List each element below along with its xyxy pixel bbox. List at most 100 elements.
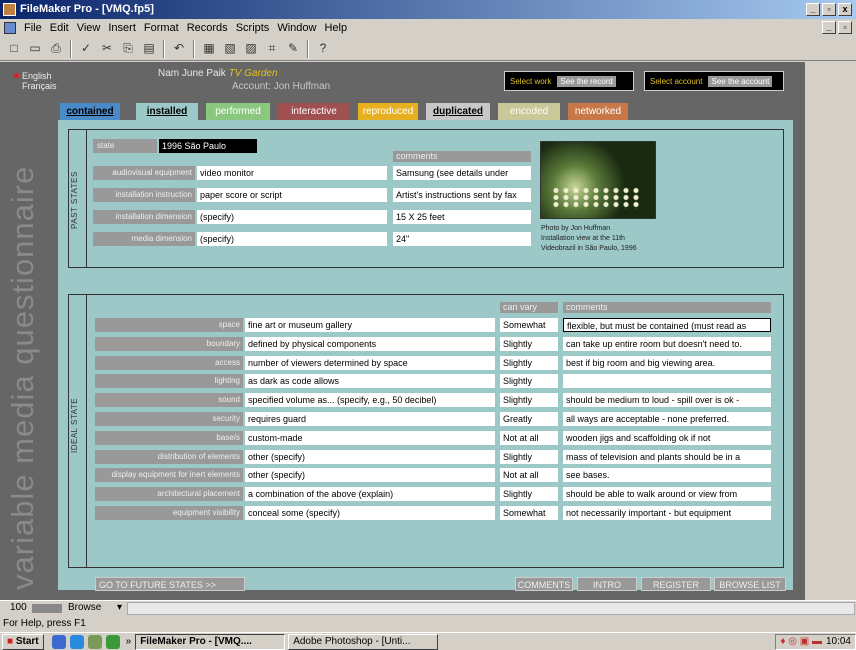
- ideal-comment-field[interactable]: best if big room and big viewing area.: [563, 355, 771, 370]
- ideal-comment-field[interactable]: wooden jigs and scaffolding ok if not: [563, 430, 771, 445]
- task-photoshop[interactable]: Adobe Photoshop - [Unti...: [288, 633, 439, 650]
- tab-reproduced[interactable]: reproduced: [358, 103, 418, 121]
- open-icon[interactable]: ▭: [25, 39, 45, 58]
- can-vary-field[interactable]: Slightly: [500, 449, 558, 464]
- select-work-button[interactable]: Select work: [507, 76, 554, 87]
- new-icon[interactable]: □: [4, 39, 24, 58]
- horizontal-scrollbar[interactable]: [127, 602, 855, 615]
- lang-english[interactable]: English: [22, 71, 52, 81]
- ideal-field-value[interactable]: requires guard: [245, 412, 495, 426]
- menu-scripts[interactable]: Scripts: [232, 19, 274, 37]
- copy-icon[interactable]: ⎘: [118, 39, 138, 58]
- menu-records[interactable]: Records: [183, 19, 232, 37]
- tray-icons[interactable]: ♦ ◎ ▣ ▬: [780, 635, 822, 649]
- tab-installed[interactable]: installed: [136, 103, 198, 121]
- can-vary-field[interactable]: Slightly: [500, 355, 558, 370]
- sort-icon[interactable]: ▦: [199, 39, 219, 58]
- minimize-button[interactable]: _: [806, 3, 820, 16]
- past-field-value[interactable]: (specify): [197, 232, 387, 246]
- see-account-button[interactable]: See the account: [708, 75, 773, 87]
- past-field-value[interactable]: (specify): [197, 210, 387, 224]
- find-icon[interactable]: ▧: [220, 39, 240, 58]
- explorer-icon[interactable]: [87, 634, 102, 649]
- ideal-field-value[interactable]: defined by physical components: [245, 336, 495, 351]
- can-vary-field[interactable]: Somewhat: [500, 506, 558, 520]
- close-button[interactable]: x: [838, 3, 852, 16]
- can-vary-field[interactable]: Slightly: [500, 393, 558, 408]
- ideal-comment-field[interactable]: all ways are acceptable - none preferred…: [563, 412, 771, 426]
- menu-edit[interactable]: Edit: [46, 19, 73, 37]
- past-comment-field[interactable]: Samsung (see details under: [393, 166, 531, 180]
- zoom-controls-icon[interactable]: [32, 604, 62, 613]
- menu-view[interactable]: View: [73, 19, 105, 37]
- go-future-states-button[interactable]: GO TO FUTURE STATES >>: [95, 577, 245, 591]
- past-field-value[interactable]: paper score or script: [197, 188, 387, 202]
- can-vary-field[interactable]: Not at all: [500, 468, 558, 483]
- ideal-comment-field[interactable]: see bases.: [563, 468, 771, 483]
- ideal-comment-field[interactable]: should be able to walk around or view fr…: [563, 487, 771, 502]
- paste-icon[interactable]: ▤: [139, 39, 159, 58]
- ideal-field-value[interactable]: a combination of the above (explain): [245, 487, 495, 502]
- menu-window[interactable]: Window: [273, 19, 320, 37]
- ideal-field-value[interactable]: specified volume as... (specify, e.g., 5…: [245, 393, 495, 408]
- can-vary-field[interactable]: Greatly: [500, 412, 558, 426]
- ideal-field-value[interactable]: custom-made: [245, 430, 495, 445]
- tab-interactive[interactable]: interactive: [278, 103, 350, 121]
- select-account-button[interactable]: Select account: [647, 76, 705, 87]
- script-icon[interactable]: ✎: [283, 39, 303, 58]
- layout-icon[interactable]: ⌗: [262, 39, 282, 58]
- can-vary-field[interactable]: Somewhat: [500, 318, 558, 332]
- print-icon[interactable]: ⎙: [46, 39, 66, 58]
- task-filemaker[interactable]: FileMaker Pro - [VMQ....: [135, 633, 286, 650]
- mode-dropdown-icon[interactable]: ▾: [117, 602, 122, 613]
- document-icon[interactable]: [4, 22, 16, 35]
- can-vary-field[interactable]: Slightly: [500, 374, 558, 389]
- menu-format[interactable]: Format: [140, 19, 183, 37]
- tab-duplicated[interactable]: duplicated: [426, 103, 490, 121]
- tab-contained[interactable]: contained: [60, 103, 120, 121]
- ideal-field-value[interactable]: other (specify): [245, 449, 495, 464]
- state-field[interactable]: 1996 São Paulo: [159, 139, 257, 153]
- ideal-comment-field[interactable]: flexible, but must be contained (must re…: [563, 318, 771, 332]
- ideal-comment-field[interactable]: should be medium to loud - spill over is…: [563, 393, 771, 408]
- tab-performed[interactable]: performed: [206, 103, 270, 121]
- ie-icon[interactable]: [69, 634, 84, 649]
- can-vary-field[interactable]: Slightly: [500, 487, 558, 502]
- can-vary-field[interactable]: Not at all: [500, 430, 558, 445]
- menu-insert[interactable]: Insert: [104, 19, 140, 37]
- register-button[interactable]: REGISTER: [641, 577, 711, 591]
- help-icon[interactable]: ?: [313, 39, 333, 58]
- ideal-field-value[interactable]: conceal some (specify): [245, 506, 495, 520]
- ideal-comment-field[interactable]: not necessarily important - but equipmen…: [563, 506, 771, 520]
- see-record-button[interactable]: See the record: [557, 75, 616, 87]
- zoom-level[interactable]: 100: [10, 602, 27, 613]
- ideal-field-value[interactable]: fine art or museum gallery: [245, 318, 495, 332]
- chevron-icon[interactable]: »: [126, 636, 132, 647]
- intro-button[interactable]: INTRO: [577, 577, 637, 591]
- restore-button[interactable]: ▫: [822, 3, 836, 16]
- ideal-field-value[interactable]: other (specify): [245, 468, 495, 483]
- doc-restore-button[interactable]: ▫: [838, 21, 852, 34]
- title-bar[interactable]: FileMaker Pro - [VMQ.fp5] _ ▫ x: [0, 0, 856, 19]
- browse-list-button[interactable]: BROWSE LIST: [714, 577, 786, 591]
- can-vary-field[interactable]: Slightly: [500, 336, 558, 351]
- media-icon[interactable]: [105, 634, 120, 649]
- mode-selector[interactable]: Browse: [68, 602, 101, 613]
- ideal-comment-field[interactable]: can take up entire room but doesn't need…: [563, 336, 771, 351]
- desktop-icon[interactable]: [51, 634, 66, 649]
- browse-icon[interactable]: ▨: [241, 39, 261, 58]
- ideal-comment-field[interactable]: mass of television and plants should be …: [563, 449, 771, 464]
- lang-francais[interactable]: Français: [22, 81, 57, 91]
- spell-icon[interactable]: ✓: [76, 39, 96, 58]
- ideal-field-value[interactable]: number of viewers determined by space: [245, 355, 495, 370]
- start-button[interactable]: ■ Start: [2, 633, 44, 650]
- doc-minimize-button[interactable]: _: [822, 21, 836, 34]
- past-comment-field[interactable]: 15 X 25 feet: [393, 210, 531, 224]
- menu-file[interactable]: File: [20, 19, 46, 37]
- comments-button[interactable]: COMMENTS: [515, 577, 573, 591]
- undo-icon[interactable]: ↶: [169, 39, 189, 58]
- past-comment-field[interactable]: 24": [393, 232, 531, 246]
- past-comment-field[interactable]: Artist's instructions sent by fax: [393, 188, 531, 202]
- menu-help[interactable]: Help: [320, 19, 351, 37]
- tab-encoded[interactable]: encoded: [498, 103, 560, 121]
